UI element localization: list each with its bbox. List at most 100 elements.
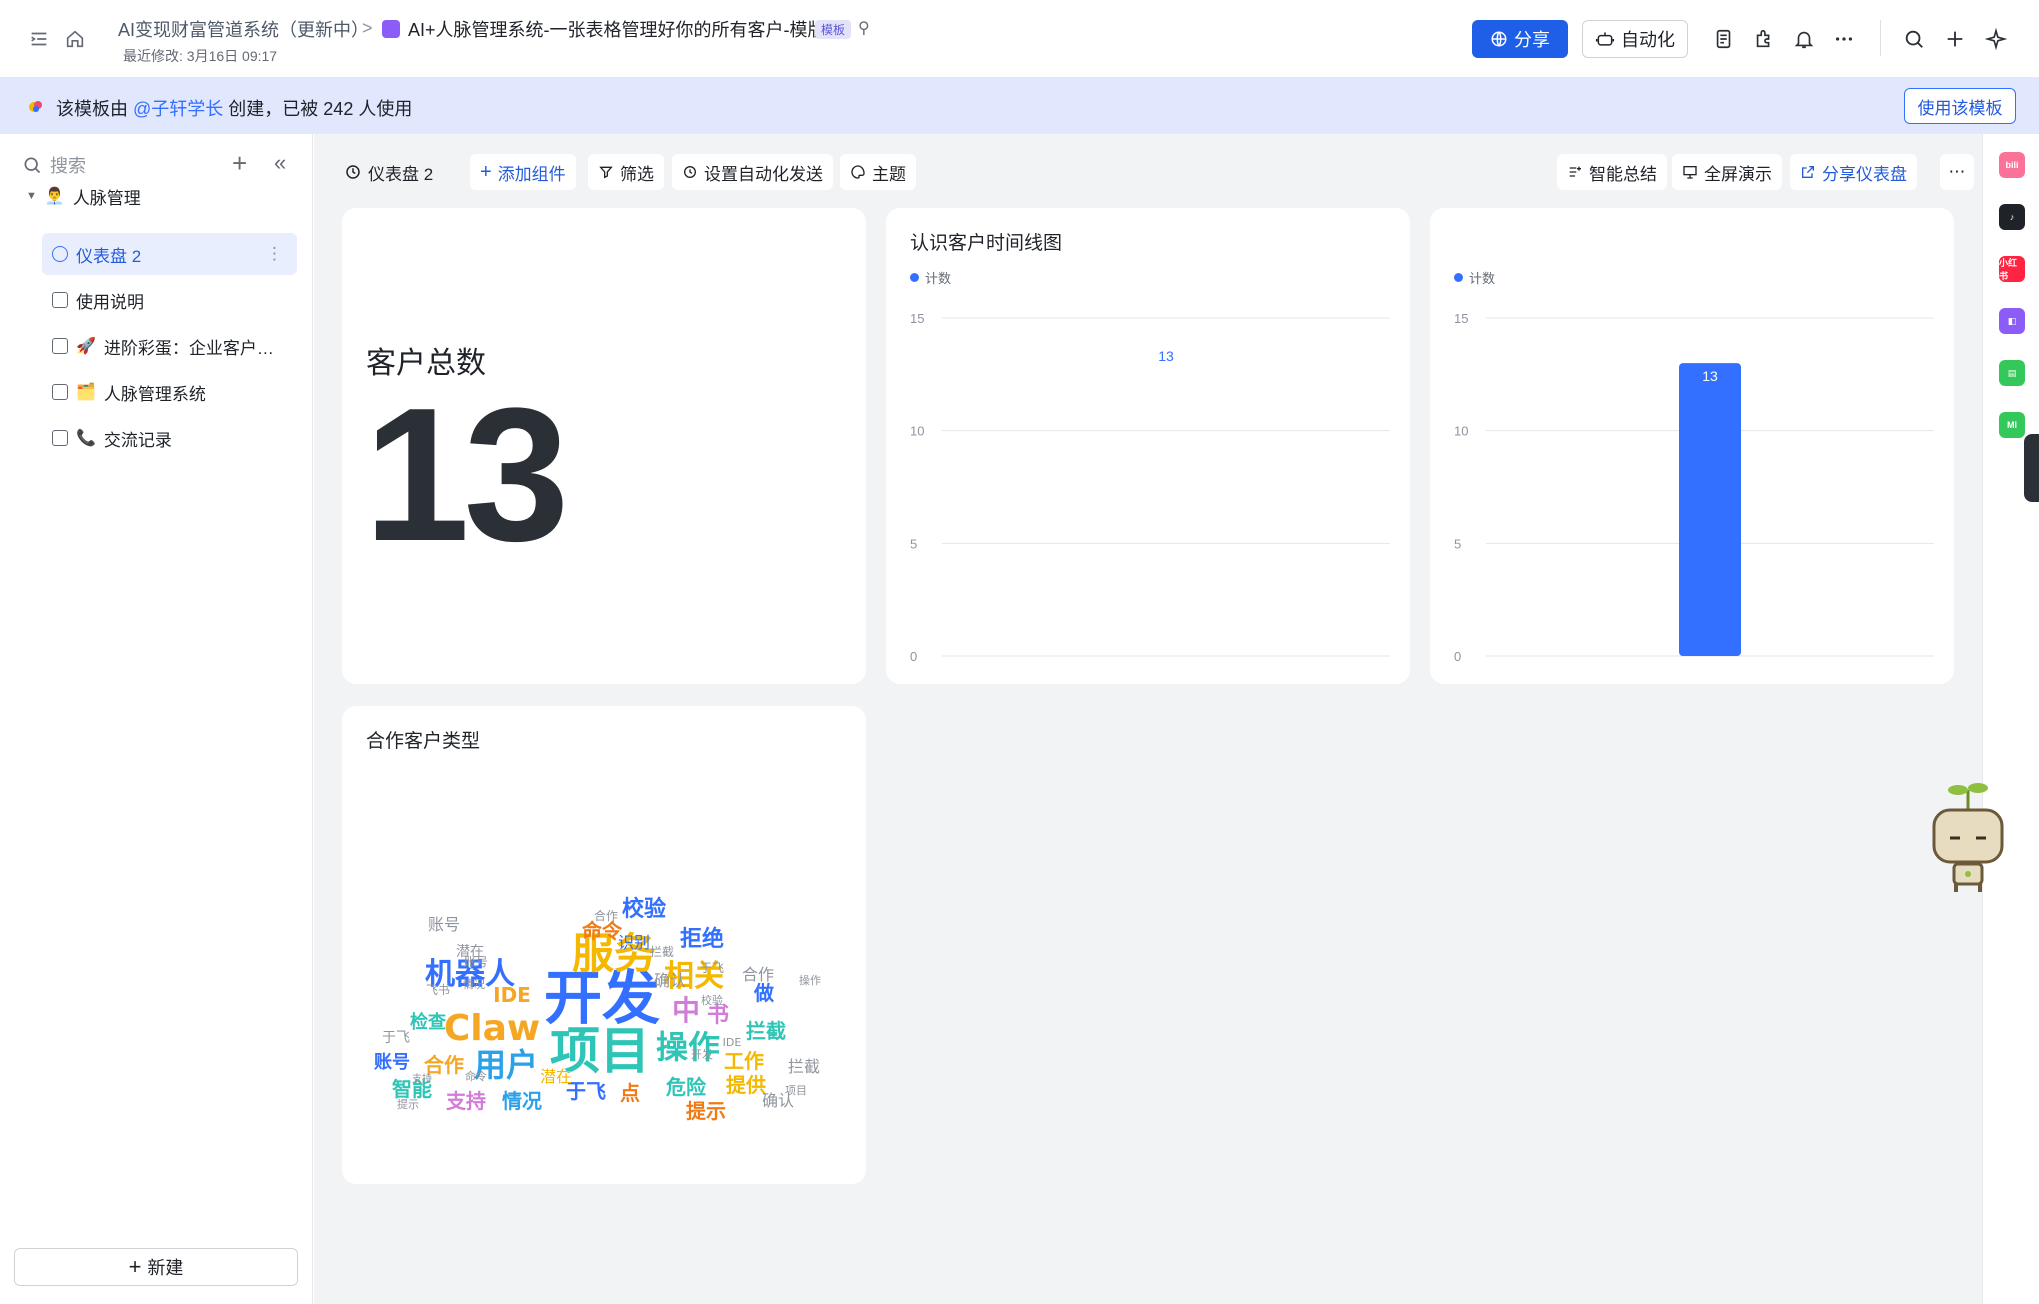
document-title[interactable]: AI+人脉管理系统-一张表格管理好你的所有客户-模版: [408, 16, 826, 42]
home-icon[interactable]: [60, 24, 90, 54]
plus-icon: +: [480, 160, 492, 183]
breadcrumb-separator: >: [362, 18, 373, 38]
fullscreen-button[interactable]: 全屏演示: [1672, 154, 1782, 190]
divider: [1880, 20, 1881, 56]
dashboard-name-label: 仪表盘 2: [368, 164, 434, 184]
total-customers-card[interactable]: 客户总数 13: [342, 208, 866, 684]
theme-button[interactable]: 主题: [840, 154, 916, 190]
globe-icon: [1491, 31, 1507, 47]
rail-app-icon[interactable]: bili: [1999, 152, 2025, 178]
doc-icon: [52, 292, 68, 308]
word-cloud-word: 账号: [428, 915, 460, 934]
bar-chart: 0 5 10 15 13: [1454, 311, 1934, 664]
toggle-sidebar-icon[interactable]: [24, 24, 54, 54]
template-badge: 模板: [815, 20, 852, 39]
mascot-sprout-icon[interactable]: [1928, 780, 2008, 898]
y-tick-label: 5: [1454, 536, 1461, 551]
last-modified: 最近修改: 3月16日 09:17: [123, 48, 278, 64]
bar-chart-card[interactable]: 计数 0 5 10 15 13: [1430, 208, 1954, 684]
y-tick-label: 15: [1454, 311, 1468, 326]
y-tick-label: 10: [1454, 424, 1468, 439]
word-cloud-word: 拦截: [650, 945, 674, 959]
add-page-icon[interactable]: +: [232, 148, 247, 179]
collapse-sidebar-icon[interactable]: «: [274, 150, 286, 176]
word-cloud-word: 于飞: [700, 961, 724, 975]
author-link[interactable]: @子轩学长: [133, 99, 223, 119]
template-info-prefix: 该模板由: [56, 99, 134, 119]
more-icon[interactable]: [1829, 24, 1859, 54]
word-cloud-word: 合作: [594, 908, 618, 923]
word-cloud-word: 危险: [666, 1075, 707, 1099]
word-cloud-word: 账号: [464, 955, 488, 969]
sidebar-item-guide[interactable]: 使用说明: [52, 279, 144, 321]
y-tick-label: 5: [910, 536, 917, 551]
sidebar-item-label: 使用说明: [76, 292, 144, 312]
plus-icon: +: [128, 1254, 142, 1279]
theme-label: 主题: [872, 164, 906, 184]
timeline-chart-card[interactable]: 认识客户时间线图 计数 0 5 10 15 13: [886, 208, 1410, 684]
sidebar: 搜索 + « ▼ 👨‍💼 人脉管理 仪表盘 2 ⋮ 使用说明 🚀 进阶彩蛋：企业…: [0, 134, 313, 1304]
new-button[interactable]: + 新建: [14, 1248, 298, 1286]
sidebar-group-contacts[interactable]: ▼ 👨‍💼 人脉管理: [26, 175, 141, 217]
item-more-icon[interactable]: ⋮: [266, 244, 283, 264]
word-cloud-word: 潜在: [540, 1067, 572, 1086]
dashboard-more-icon[interactable]: ⋯: [1940, 154, 1974, 190]
filter-icon: [599, 166, 613, 179]
automation-label: 自动化: [1621, 30, 1675, 50]
word-cloud-word: 提供: [726, 1073, 766, 1097]
word-cloud-word: 情况: [463, 978, 485, 991]
ai-summary-button[interactable]: 智能总结: [1557, 154, 1667, 190]
word-cloud-word: 做: [753, 981, 775, 1005]
word-cloud-word: 情况: [502, 1089, 542, 1113]
data-label: 13: [1158, 348, 1174, 364]
breadcrumb-parent[interactable]: AI变现财富管道系统（更新中）: [118, 16, 369, 42]
pin-icon[interactable]: ⚲: [858, 18, 870, 38]
dashboard-name[interactable]: 仪表盘 2: [334, 154, 443, 190]
add-component-button[interactable]: + 添加组件: [470, 154, 576, 190]
base-icon: [382, 20, 400, 38]
share-dashboard-label: 分享仪表盘: [1822, 164, 1907, 184]
bar[interactable]: [1679, 363, 1741, 656]
word-cloud-word: 拒绝: [680, 926, 724, 952]
filter-button[interactable]: 筛选: [588, 154, 664, 190]
search-icon: [24, 157, 41, 174]
rail-app-icon[interactable]: 小红书: [1999, 256, 2025, 282]
sidebar-item-dashboard[interactable]: 仪表盘 2 ⋮: [42, 233, 297, 275]
top-bar: AI变现财富管道系统（更新中） > AI+人脉管理系统-一张表格管理好你的所有客…: [0, 0, 2039, 78]
automation-button[interactable]: 自动化: [1582, 20, 1688, 58]
word-cloud-word: 支持: [446, 1089, 486, 1113]
auto-send-button[interactable]: 设置自动化发送: [672, 154, 833, 190]
rail-app-icon[interactable]: ◧: [1999, 308, 2025, 334]
doc-list-icon[interactable]: [1709, 24, 1739, 54]
share-icon: [1802, 166, 1814, 178]
doc-icon: [52, 338, 68, 354]
share-button[interactable]: 分享: [1472, 20, 1568, 58]
sidebar-item-label: 进阶彩蛋：企业客户…: [103, 338, 274, 358]
rail-app-icon[interactable]: ▤: [1999, 360, 2025, 386]
fullscreen-label: 全屏演示: [1704, 164, 1772, 184]
bell-icon[interactable]: [1789, 24, 1819, 54]
side-handle[interactable]: [2024, 434, 2039, 502]
word-cloud-word: 命令: [465, 1069, 487, 1083]
table-icon: [52, 384, 68, 400]
rail-app-icon[interactable]: MI: [1999, 412, 2025, 438]
use-template-button[interactable]: 使用该模板: [1904, 88, 2016, 124]
table-icon: [52, 430, 68, 446]
share-dashboard-button[interactable]: 分享仪表盘: [1790, 154, 1917, 190]
wordcloud-card[interactable]: 合作客户类型 开发 项目 服务 Claw 机器人 操作 用户 相关中书拒绝 校验 命令 IDE 危险提…: [342, 706, 866, 1184]
robot-icon: [1595, 32, 1615, 46]
sidebar-item-contacts-table[interactable]: 🗂️ 人脉管理系统: [52, 371, 206, 413]
plugin-icon[interactable]: [1749, 24, 1779, 54]
sidebar-item-records[interactable]: 📞 交流记录: [52, 417, 172, 459]
sidebar-item-bonus[interactable]: 🚀 进阶彩蛋：企业客户…: [52, 325, 274, 367]
word-cloud-word: 于飞: [382, 1030, 410, 1046]
word-cloud-word: 飞书: [426, 983, 450, 997]
new-label: 新建: [147, 1258, 184, 1278]
word-cloud-word: IDE: [723, 1036, 742, 1049]
search-icon[interactable]: [1899, 24, 1929, 54]
plus-icon[interactable]: [1940, 24, 1970, 54]
dashboard-area: 仪表盘 2 + 添加组件 筛选 设置自动化发送 主题 智能总结 全屏演示 分享仪…: [314, 134, 1982, 1304]
rail-app-icon[interactable]: ♪: [1999, 204, 2025, 230]
sparkle-icon[interactable]: [1981, 24, 2011, 54]
word-cloud-word: 校验: [701, 993, 723, 1007]
